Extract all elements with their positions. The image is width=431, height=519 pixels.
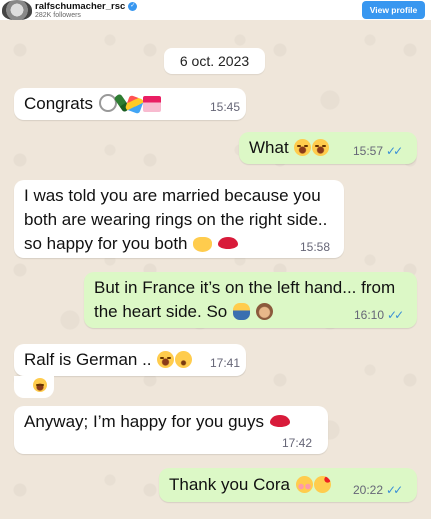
- message-bubble-outgoing[interactable]: What 15:57 ✓✓: [239, 132, 417, 164]
- date-separator: 6 oct. 2023: [164, 48, 265, 74]
- message-time: 15:45: [210, 100, 241, 114]
- smiling-blush-emoji: [295, 476, 313, 493]
- profile-header: ralfschumacher_rsc ✓ 282K followers View…: [0, 0, 431, 20]
- wedding-chapel-emoji: [142, 96, 161, 112]
- handle-text[interactable]: ralfschumacher_rsc: [35, 1, 125, 12]
- message-time: 20:22 ✓✓: [353, 483, 403, 497]
- chat-area[interactable]: 6 oct. 2023 Congrats 15:45 What 15:57 ✓✓ …: [0, 20, 431, 519]
- message-text-line: the heart side. So: [94, 302, 228, 321]
- message-text: What: [249, 138, 289, 157]
- read-ticks-icon: ✓✓: [386, 483, 403, 497]
- message-bubble-incoming[interactable]: Anyway; I’m happy for you guys 17:42: [14, 406, 328, 454]
- tears-of-joy-emoji: [312, 139, 330, 156]
- message-time: 15:57 ✓✓: [353, 144, 403, 158]
- kiss-mark-emoji: [269, 415, 290, 427]
- see-no-evil-monkey-emoji: [255, 303, 273, 320]
- message-bubble-incoming[interactable]: Congrats 15:45: [14, 88, 246, 120]
- kiss-mark-emoji: [217, 237, 238, 249]
- verified-icon: ✓: [128, 2, 138, 11]
- message-text-line: But in France it’s on the left hand... f…: [94, 278, 396, 297]
- profile-info: ralfschumacher_rsc ✓ 282K followers: [35, 1, 138, 20]
- shrug-emoji: [233, 303, 250, 320]
- profile-handle[interactable]: ralfschumacher_rsc ✓: [35, 1, 138, 12]
- tears-of-joy-emoji: [157, 351, 175, 368]
- party-popper-emoji: [124, 94, 144, 115]
- message-text-line: I was told you are married because you: [24, 186, 321, 205]
- message-text-line: so happy for you both: [24, 234, 188, 253]
- message-time: 15:58: [300, 240, 331, 254]
- message-bubble-incoming[interactable]: I was told you are married because you b…: [14, 180, 344, 258]
- avatar[interactable]: [2, 0, 32, 20]
- message-text: Anyway; I’m happy for you guys: [24, 412, 265, 431]
- read-ticks-icon: ✓✓: [386, 144, 403, 158]
- followers-count: 282K followers: [35, 12, 81, 19]
- time-text: 20:22: [353, 483, 384, 497]
- smiling-hearts-emoji: [313, 476, 331, 493]
- winking-face-emoji: [175, 351, 193, 368]
- message-text-line: both are wearing rings on the right side…: [24, 210, 328, 229]
- hands-emoji: [193, 237, 213, 252]
- message-bubble-incoming[interactable]: Ralf is German .. 17:41: [14, 344, 246, 376]
- message-time: 17:41: [210, 356, 241, 370]
- message-time: 16:10 ✓✓: [354, 308, 404, 322]
- message-time: 17:42: [282, 436, 313, 450]
- message-bubble-outgoing[interactable]: But in France it’s on the left hand... f…: [84, 272, 417, 328]
- view-profile-button[interactable]: View profile: [362, 1, 425, 19]
- time-text: 16:10: [354, 308, 385, 322]
- read-ticks-icon: ✓✓: [387, 308, 404, 322]
- message-text: Ralf is German ..: [24, 350, 152, 369]
- tears-of-joy-emoji: [294, 139, 312, 156]
- message-bubble-outgoing[interactable]: Thank you Cora 20:22 ✓✓: [159, 468, 417, 502]
- message-bubble-incoming[interactable]: [14, 376, 54, 398]
- time-text: 15:57: [353, 144, 384, 158]
- tears-of-joy-emoji: [33, 378, 47, 392]
- message-text: Congrats: [24, 94, 93, 113]
- message-text: Thank you Cora: [169, 475, 290, 494]
